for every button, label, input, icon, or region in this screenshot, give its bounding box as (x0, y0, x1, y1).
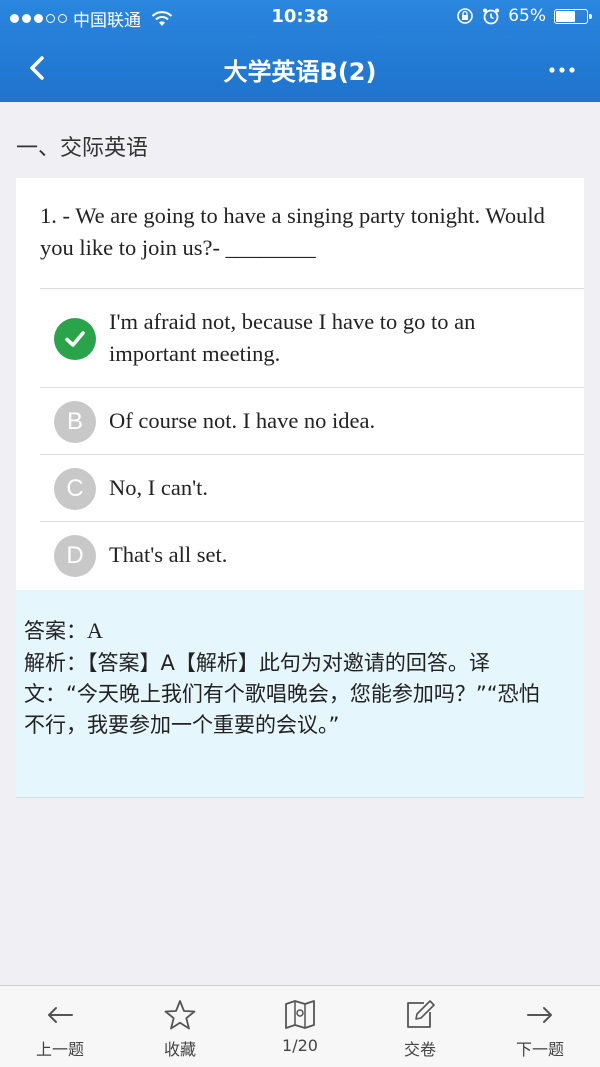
page-title: 大学英语B(2) (223, 58, 377, 86)
answer-label: 答案： (24, 619, 87, 643)
progress-label: 1/20 (282, 1036, 318, 1055)
header: 中国联通 10:38 65% 大学英语B(2) (0, 0, 600, 102)
more-dots-icon[interactable] (542, 48, 582, 88)
map-icon (285, 1000, 315, 1029)
arrow-left-icon (48, 1007, 73, 1023)
alarm-icon (483, 8, 500, 25)
option-d[interactable]: D That's all set. (40, 521, 584, 590)
option-a[interactable]: I'm afraid not, because I have to go to … (40, 288, 584, 387)
option-a-text: I'm afraid not, because I have to go to … (109, 309, 476, 366)
prev-question-label: 上一题 (35, 1040, 84, 1059)
analysis-text: 解析：【答案】A【解析】此句为对邀请的回答。译文：“今天晚上我们有个歌唱晚会，您… (24, 648, 549, 741)
arrow-right-icon (527, 1007, 552, 1023)
next-question-label: 下一题 (515, 1040, 564, 1059)
status-bar: 中国联通 10:38 65% (0, 0, 600, 34)
status-right: 65% (456, 6, 592, 26)
submit-label: 交卷 (403, 1040, 436, 1059)
option-c-marker: C (54, 468, 96, 510)
analysis-label: 解析： (24, 651, 87, 675)
option-c[interactable]: C No, I can't. (40, 454, 584, 521)
correct-check-icon (54, 318, 96, 360)
favorite-button[interactable]: 收藏 (120, 986, 240, 1067)
battery-level (556, 10, 575, 22)
question-map-button[interactable]: 1/20 (240, 986, 360, 1067)
edit-icon (407, 1000, 435, 1028)
option-b-marker: B (54, 401, 96, 443)
question-card: 1. - We are going to have a singing part… (16, 178, 584, 590)
battery-percent: 65% (508, 6, 546, 26)
favorite-label: 收藏 (163, 1040, 196, 1059)
battery-icon (554, 8, 592, 24)
next-question-button[interactable]: 下一题 (480, 986, 600, 1067)
rotation-lock-icon (457, 8, 474, 24)
option-c-text: No, I can't. (109, 475, 209, 500)
star-icon (164, 1000, 196, 1030)
section-title: 一、交际英语 (16, 136, 149, 161)
bottom-toolbar: 上一题 收藏 1/20 交卷 下一题 (0, 985, 600, 1067)
nav-bar: 大学英语B(2) (0, 34, 600, 102)
prev-question-button[interactable]: 上一题 (0, 986, 120, 1067)
question-text: 1. - We are going to have a singing part… (40, 203, 545, 260)
option-b[interactable]: B Of course not. I have no idea. (40, 387, 584, 454)
answer-value: A (87, 618, 103, 643)
answer-line: 答案：A (24, 615, 544, 647)
analysis-body: 【答案】A【解析】此句为对邀请的回答。译文：“今天晚上我们有个歌唱晚会，您能参加… (24, 651, 540, 737)
submit-button[interactable]: 交卷 (360, 986, 480, 1067)
option-d-marker: D (54, 535, 96, 577)
option-b-text: Of course not. I have no idea. (109, 408, 376, 433)
option-d-text: That's all set. (109, 542, 228, 567)
